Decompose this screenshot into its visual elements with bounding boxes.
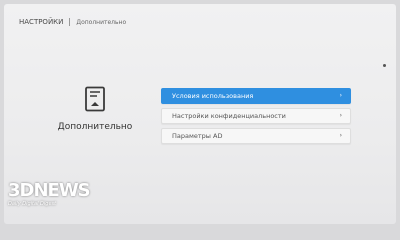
menu-item-terms-of-use[interactable]: Условия использования ›: [161, 88, 351, 104]
menu-item-privacy-settings[interactable]: Настройки конфиденциальности ›: [161, 108, 351, 124]
header-divider: [69, 18, 71, 26]
header: НАСТРОЙКИ Дополнительно: [19, 18, 126, 26]
menu-item-label: Настройки конфиденциальности: [172, 112, 286, 120]
watermark-logo: 3DNEWS: [8, 180, 91, 201]
menu-item-label: Условия использования: [172, 92, 254, 100]
watermark: 3DNEWS Daily Digital Digest: [8, 180, 91, 208]
chevron-right-icon: ›: [339, 112, 342, 119]
category-title: Дополнительно: [57, 122, 133, 132]
watermark-tagline: Daily Digital Digest: [8, 201, 57, 207]
chevron-right-icon: ›: [339, 132, 342, 139]
category-panel: Дополнительно: [57, 86, 133, 132]
chevron-right-icon: ›: [339, 92, 342, 99]
settings-menu: Условия использования › Настройки конфид…: [161, 88, 351, 144]
page-title: НАСТРОЙКИ: [19, 18, 64, 26]
indicator-dot: [383, 64, 386, 67]
menu-item-ad-settings[interactable]: Параметры AD ›: [161, 128, 351, 144]
menu-item-label: Параметры AD: [172, 132, 223, 140]
document-icon: [85, 86, 105, 112]
breadcrumb: Дополнительно: [76, 18, 127, 26]
